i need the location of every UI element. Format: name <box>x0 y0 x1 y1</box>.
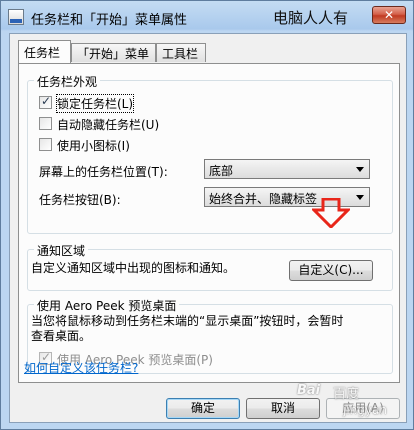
dialog-client: 任务栏 「开始」菜单 工具栏 任务栏外观 锁定任务栏(L) 自动隐藏任务栏(U)… <box>9 33 407 423</box>
taskbar-location-select[interactable]: 底部 <box>204 159 370 179</box>
taskbar-app-icon <box>8 9 24 25</box>
customize-button[interactable]: 自定义(C)... <box>289 260 373 281</box>
title-bar[interactable]: 任务栏和「开始」菜单属性 电脑人人有 ✕ <box>1 1 413 33</box>
watermark-text: 电脑人人有 <box>273 9 349 27</box>
chevron-down-icon <box>356 167 364 172</box>
group-notification-area: 通知区域 自定义通知区域中出现的图标和通知。 自定义(C)... <box>27 242 393 291</box>
notification-description: 自定义通知区域中出现的图标和通知。 <box>31 261 236 275</box>
close-button[interactable]: ✕ <box>372 6 406 24</box>
ok-button[interactable]: 确定 <box>166 398 240 419</box>
group-title-notification: 通知区域 <box>34 242 89 259</box>
group-title-appearance: 任务栏外观 <box>34 73 101 90</box>
close-icon: ✕ <box>383 8 395 22</box>
chevron-down-icon <box>356 195 364 200</box>
red-down-arrow-icon <box>312 198 350 228</box>
watermark-line1: Bai <box>297 383 321 398</box>
taskbar-location-label: 屏幕上的任务栏位置(T): <box>39 165 168 179</box>
tab-taskbar[interactable]: 任务栏 <box>18 40 71 63</box>
checkbox-box[interactable] <box>39 117 52 130</box>
tab-toolbars[interactable]: 工具栏 <box>156 43 206 62</box>
tab-start-menu[interactable]: 「开始」菜单 <box>71 43 156 62</box>
select-value: 始终合并、隐藏标签 <box>209 192 318 206</box>
dialog-window: 任务栏和「开始」菜单属性 电脑人人有 ✕ 任务栏 「开始」菜单 工具栏 任务栏外… <box>0 0 414 430</box>
checkbox-box[interactable] <box>39 138 52 151</box>
watermark-line3: jingyan <box>343 403 387 417</box>
checkbox-label: 自动隐藏任务栏(U) <box>57 118 160 132</box>
select-value: 底部 <box>209 164 234 178</box>
aero-peek-description-line2: 查看桌面。 <box>31 329 92 343</box>
checkbox-label: 锁定任务栏(L) <box>55 94 135 113</box>
baidu-watermark-logo: Bai 百度 jingyan <box>291 379 411 427</box>
checkbox-box[interactable] <box>39 94 52 109</box>
checkbox-label: 使用小图标(I) <box>57 139 130 153</box>
help-link[interactable]: 如何自定义该任务栏? <box>24 359 138 376</box>
taskbar-buttons-label: 任务栏按钮(B): <box>39 193 121 207</box>
watermark-line2: 百度 <box>333 387 360 402</box>
window-title: 任务栏和「开始」菜单属性 <box>31 13 188 28</box>
